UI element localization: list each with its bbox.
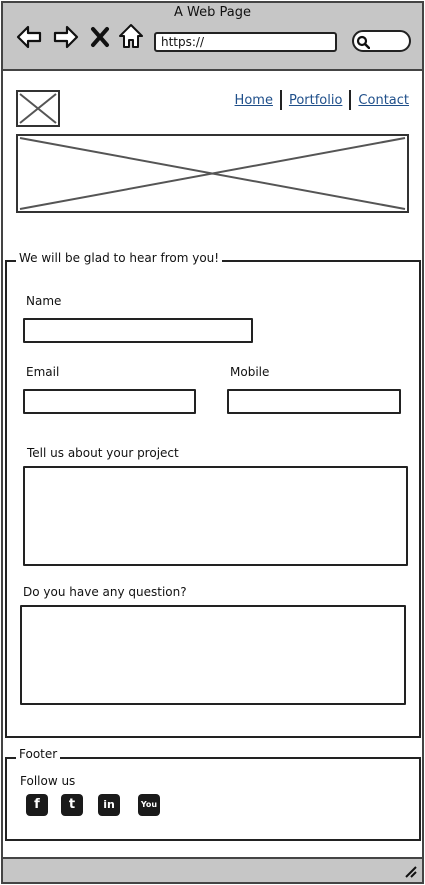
question-label: Do you have any question?	[23, 585, 187, 599]
logo	[16, 90, 60, 127]
project-textarea[interactable]	[23, 466, 408, 566]
linkedin-icon[interactable]: in	[98, 794, 120, 816]
mobile-field[interactable]	[227, 389, 401, 414]
follow-us-label: Follow us	[20, 774, 76, 788]
footer-legend: Footer	[16, 747, 61, 761]
project-label: Tell us about your project	[27, 446, 179, 460]
nav-home-link[interactable]: Home	[228, 93, 280, 108]
main-nav: Home Portfolio Contact	[228, 90, 409, 110]
hero-image	[16, 134, 409, 213]
forward-icon[interactable]	[52, 23, 80, 51]
url-input[interactable]: https://	[154, 32, 337, 52]
resize-grip-icon[interactable]	[403, 864, 417, 878]
email-field[interactable]	[23, 389, 196, 414]
email-label: Email	[26, 365, 60, 379]
form-legend: We will be glad to hear from you!	[16, 251, 223, 265]
back-icon[interactable]	[15, 23, 43, 51]
name-label: Name	[26, 294, 62, 308]
window-title: A Web Page	[174, 5, 251, 20]
question-textarea[interactable]	[20, 605, 406, 705]
search-icon	[356, 35, 370, 49]
nav-portfolio-link[interactable]: Portfolio	[282, 93, 349, 108]
stop-icon[interactable]	[88, 23, 112, 51]
youtube-icon[interactable]: You	[138, 794, 160, 816]
twitter-icon[interactable]: t	[61, 794, 83, 816]
facebook-icon[interactable]: f	[26, 794, 48, 816]
status-bar	[3, 857, 422, 882]
mobile-label: Mobile	[230, 365, 270, 379]
home-icon[interactable]	[117, 22, 145, 50]
nav-contact-link[interactable]: Contact	[351, 93, 409, 108]
name-field[interactable]	[23, 318, 253, 343]
